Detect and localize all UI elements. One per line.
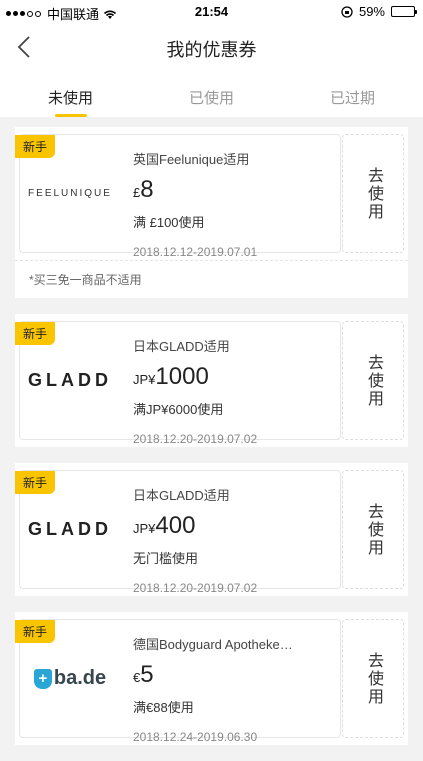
coupon-ticket: 新手 + ba.de 德国Bodyguard Apotheke… €5 满€88… [15,619,341,744]
brand-logo: GLADD [20,322,120,439]
coupon-card: 新手 GLADD 日本GLADD适用 JP¥ 400 无门槛使用 2018.12.… [15,463,408,596]
tab-unused[interactable]: 未使用 [0,70,141,117]
coupon-amount: JP¥ 1000 [133,363,334,391]
brand-logo: GLADD [20,471,120,588]
gladd-logo: GLADD [28,519,112,539]
coupon-scope: 英国Feelunique适用 [133,152,250,167]
coupon-condition: 无门槛使用 [133,551,199,566]
coupon-card: 新手 + ba.de 德国Bodyguard Apotheke… €5 满€88… [15,612,408,745]
coupon-card: 新手 GLADD 日本GLADD适用 JP¥ 1000 满JP¥6000使用 20… [15,314,408,447]
coupon-list: 新手 FEELUNIQUE 英国Feelunique适用 £8 满 £100使用… [15,127,408,761]
coupon-validity: 2018.12.12-2019.07.01 [133,245,258,259]
plus-shield-icon: + [33,668,52,689]
currency-symbol: JP¥ [133,372,156,387]
battery-icon [391,6,417,17]
battery-percent: 59% [358,4,385,19]
tab-used[interactable]: 已使用 [141,70,282,117]
coupon-scope: 德国Bodyguard Apotheke… [133,637,293,652]
currency-symbol: £ [133,185,141,200]
use-coupon-button[interactable]: 去使用 [361,652,385,706]
coupon-value: 400 [155,512,196,539]
coupon-scope: 日本GLADD适用 [133,339,230,354]
use-coupon-button[interactable]: 去使用 [361,354,385,408]
coupon-stub: 去使用 [342,619,404,738]
coupon-validity: 2018.12.20-2019.07.02 [133,432,258,446]
coupon-stub: 去使用 [342,321,404,440]
coupon-ticket: 新手 FEELUNIQUE 英国Feelunique适用 £8 满 £100使用… [15,134,341,259]
tab-bar: 未使用 已使用 已过期 [0,70,423,117]
coupon-ticket: 新手 GLADD 日本GLADD适用 JP¥ 400 无门槛使用 2018.12.… [15,470,341,595]
coupon-note: *买三免一商品不适用 [15,260,408,298]
coupon-condition: 满€88使用 [133,700,194,715]
coupon-amount: £8 [133,176,334,204]
status-bar: 中国联通 21:54 59% [0,0,423,24]
coupon-card: 新手 FEELUNIQUE 英国Feelunique适用 £8 满 £100使用… [15,127,408,298]
coupon-validity: 2018.12.20-2019.07.02 [133,581,258,595]
coupon-value: 8 [140,176,154,203]
brand-logo: + ba.de [20,620,120,737]
coupon-condition: 满 £100使用 [133,215,205,230]
use-coupon-button[interactable]: 去使用 [361,167,385,221]
currency-symbol: € [133,670,141,685]
feelunique-logo: FEELUNIQUE [28,188,112,199]
coupon-stub: 去使用 [342,134,404,253]
use-coupon-button[interactable]: 去使用 [361,503,385,557]
coupon-condition: 满JP¥6000使用 [133,402,224,417]
gladd-logo: GLADD [28,370,112,390]
coupon-validity: 2018.12.24-2019.06.30 [133,730,258,744]
ba-de-logo-text: ba.de [53,667,107,689]
currency-symbol: JP¥ [133,521,156,536]
nav-bar: 我的优惠券 [0,24,423,70]
coupon-ticket: 新手 GLADD 日本GLADD适用 JP¥ 1000 满JP¥6000使用 20… [15,321,341,446]
brand-logo: FEELUNIQUE [20,135,120,252]
coupon-value: 5 [140,661,154,688]
status-right: 59% [341,4,417,19]
orientation-lock-icon [341,5,353,18]
coupon-scope: 日本GLADD适用 [133,488,230,503]
page-title: 我的优惠券 [166,40,257,60]
coupon-amount: €5 [133,661,334,689]
coupon-amount: JP¥ 400 [133,512,334,540]
ba-de-logo: + ba.de [33,667,107,690]
coupon-value: 1000 [155,363,209,390]
tab-expired[interactable]: 已过期 [282,70,423,117]
coupon-stub: 去使用 [342,470,404,589]
